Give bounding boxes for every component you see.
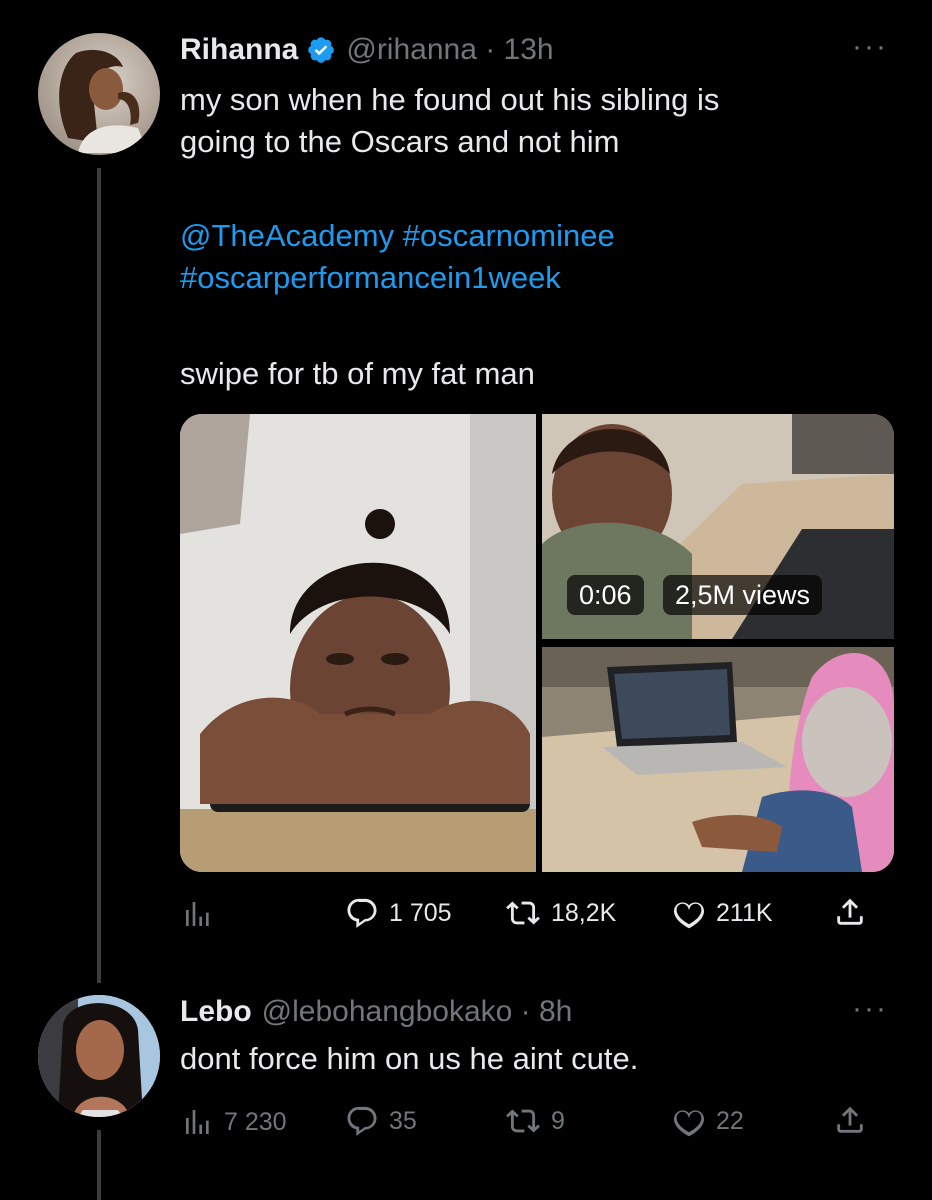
tweet-text-line3: swipe for tb of my fat man <box>180 356 535 391</box>
retweet-icon <box>506 901 540 925</box>
reply-header: Lebo @lebohangbokako · 8h <box>180 992 572 1032</box>
avatar-lebo[interactable] <box>38 995 160 1117</box>
avatar-lebo-image <box>38 995 160 1117</box>
like-button[interactable]: 211K <box>672 896 773 930</box>
analytics-button[interactable] <box>182 898 214 930</box>
video-views-badge: 2,5M views <box>663 575 823 615</box>
share-icon <box>837 898 863 925</box>
reply-handle-time[interactable]: @lebohangbokako · 8h <box>262 995 573 1029</box>
reply-text: dont force him on us he aint cute. <box>180 1041 639 1076</box>
reply-like-count: 22 <box>716 1106 744 1135</box>
thread-line <box>97 168 101 983</box>
reply-like-button[interactable]: 22 <box>672 1104 744 1138</box>
heart-icon <box>673 1110 705 1137</box>
reply-author-name[interactable]: Lebo <box>180 995 252 1029</box>
analytics-icon <box>186 1110 209 1134</box>
more-options-icon[interactable]: ··· <box>852 32 888 62</box>
mention-link[interactable]: @TheAcademy <box>180 218 394 253</box>
reply-retweet-button[interactable]: 9 <box>505 1104 565 1138</box>
reply-retweet-count: 9 <box>551 1106 565 1135</box>
heart-icon <box>673 902 705 929</box>
share-icon <box>837 1106 863 1133</box>
avatar-rihanna[interactable] <box>38 33 160 155</box>
tweet-tags: @TheAcademy #oscarnominee #oscarperforma… <box>180 215 900 299</box>
retweet-button[interactable]: 18,2K <box>505 896 616 930</box>
reply-share-button[interactable] <box>833 1102 867 1138</box>
tweet-text-line1: my son when he found out his sibling is <box>180 82 720 117</box>
video-baby-laptop[interactable]: 0:06 2,5M views <box>542 414 894 639</box>
hashtag-link[interactable]: #oscarperformancein1week <box>180 260 561 295</box>
photo-baby-watching-laptop[interactable] <box>542 647 894 872</box>
tweet-text: my son when he found out his sibling is … <box>180 79 880 163</box>
analytics-icon <box>186 902 209 926</box>
tweet-text-line2: going to the Oscars and not him <box>180 124 620 159</box>
reply-icon <box>347 1106 377 1136</box>
reply-reply-button[interactable]: 35 <box>345 1104 417 1138</box>
like-count: 211K <box>716 898 773 927</box>
hashtag-link[interactable]: #oscarnominee <box>403 218 615 253</box>
share-button[interactable] <box>833 894 867 930</box>
verified-badge-icon <box>306 35 336 65</box>
author-name[interactable]: Rihanna <box>180 33 298 67</box>
reply-views-count: 7 230 <box>224 1107 287 1136</box>
more-options-icon[interactable]: ··· <box>852 994 888 1024</box>
video-duration-badge: 0:06 <box>567 575 644 615</box>
tweet-header: Rihanna @rihanna · 13h <box>180 30 554 70</box>
media-grid: 0:06 2,5M views <box>180 414 894 872</box>
reply-reply-count: 35 <box>389 1106 417 1135</box>
photo-baby-crying[interactable] <box>180 414 536 872</box>
reply-button[interactable]: 1 705 <box>345 896 452 930</box>
avatar-rihanna-image <box>59 49 148 153</box>
reply-icon <box>347 898 377 928</box>
retweet-icon <box>506 1109 540 1133</box>
reply-analytics-button[interactable]: 7 230 <box>182 1106 287 1138</box>
thread-line <box>97 1130 101 1200</box>
reply-count: 1 705 <box>389 898 452 927</box>
retweet-count: 18,2K <box>551 898 617 927</box>
author-handle-time[interactable]: @rihanna · 13h <box>346 33 553 67</box>
